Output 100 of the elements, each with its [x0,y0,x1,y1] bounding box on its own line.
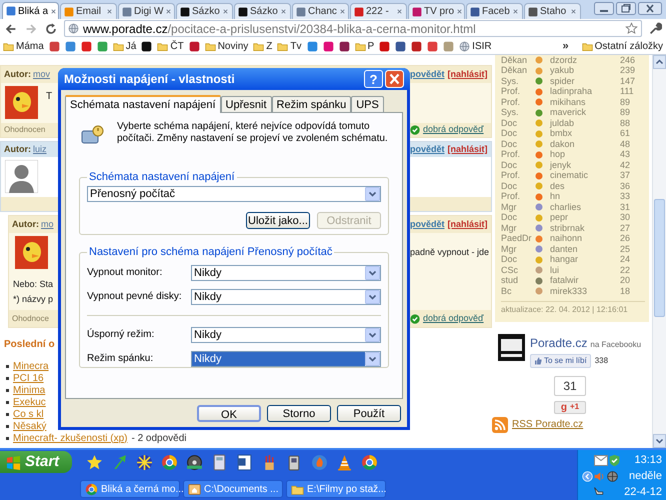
plus-one-button[interactable]: g +1 [554,400,586,414]
bookmark-item[interactable]: Noviny [204,38,248,54]
help-button[interactable]: ? [364,70,383,88]
close-icon[interactable] [512,8,519,15]
film-reel-icon[interactable] [186,454,203,470]
dialog-tab[interactable]: Režim spánku [272,96,352,112]
good-answer-link[interactable]: dobrá odpověď [423,123,484,137]
bookmark-item[interactable]: Ostatní záložky [582,38,663,54]
browser-tab[interactable]: TV pro [408,3,465,19]
bookmark-item[interactable]: ISIR [459,38,492,54]
bookmark-item[interactable]: Z [253,38,272,54]
close-icon[interactable] [165,8,172,15]
scroll-up-icon[interactable] [653,55,666,69]
report-link[interactable]: [nahlásit] [448,218,488,232]
dropdown[interactable]: Nikdy [191,264,381,280]
report-link[interactable]: [nahlásit] [448,142,488,156]
action-button[interactable]: Uložit jako... [246,212,310,228]
points-count: 20 [620,274,630,287]
like-button[interactable]: To se mi líbí [530,354,591,368]
browser-tab[interactable]: Digi W [118,3,175,19]
good-answer-link[interactable]: dobrá odpověď [423,312,484,326]
rank-label: Doc [501,127,518,140]
author-link[interactable]: luiz [33,142,47,156]
dialog-tab[interactable]: UPS [351,96,384,112]
browser-tab[interactable]: 222 - [350,3,407,19]
close-icon[interactable] [50,8,58,14]
star-icon[interactable] [86,454,103,470]
page-link[interactable]: Poradte.cz [530,334,588,352]
rank-label: Doc [501,117,518,130]
dropdown[interactable]: Nikdy [191,288,381,304]
reload-icon[interactable] [44,22,58,36]
dialog-button[interactable]: Storno [267,405,331,422]
close-icon[interactable] [106,8,113,15]
user-name: des [550,180,566,192]
scroll-down-icon[interactable] [653,434,666,448]
bookmark-item[interactable]: ČT [157,38,184,54]
close-icon[interactable] [638,2,662,15]
bookmark-icon[interactable] [411,40,422,52]
browser-tab[interactable]: Staho [524,3,581,19]
close-icon[interactable] [338,8,346,15]
bookmark-icon[interactable] [338,40,350,52]
dialog-button[interactable]: OK [197,405,261,422]
rating-label: Ohodnocen [3,124,46,136]
bookmark-item[interactable]: Já [112,38,136,54]
scrollbar[interactable] [652,55,666,448]
rank-label: Mgr [501,242,518,256]
chevron-left-icon[interactable] [582,470,593,482]
dialog-tab[interactable]: Upřesnit [220,96,272,112]
user-name: danten [550,242,579,256]
browser-tab[interactable]: Email [60,3,117,19]
close-icon[interactable] [456,8,464,15]
user-name: juldab [550,116,576,130]
browser-tab[interactable]: Bliká a [2,2,59,19]
author-link[interactable]: mo [41,218,54,232]
bookmark-item[interactable]: Tv [277,38,302,54]
folder-icon [3,40,14,52]
browser-tab[interactable]: Sázko [176,3,233,19]
taskbar-button[interactable]: C:\Documents ... [183,480,283,498]
rank-label: Sys. [501,106,520,119]
browser-tab[interactable]: Chanc [292,3,349,19]
bookmark-item[interactable]: Máma [3,38,44,54]
close-icon[interactable] [570,8,577,15]
dialog-button[interactable]: Použít [337,405,401,422]
author-link[interactable]: mov [33,68,50,82]
dropdown[interactable]: Nikdy [191,350,381,366]
folder-icon [253,40,264,52]
calculator-icon[interactable] [211,454,228,470]
dropdown[interactable]: Nikdy [191,326,381,342]
star-icon[interactable] [625,22,638,35]
rss-link[interactable]: RSS Poradte.cz [512,417,584,432]
address-bar[interactable]: www.poradte.cz/pocitace-a-prislusenstvi/20384-blika-a-cerna-monitor.html [64,20,642,37]
close-icon[interactable] [280,8,287,15]
browser-tab[interactable]: Sázko [234,3,291,19]
reply-link[interactable]: povědět [410,142,445,156]
restore-icon[interactable] [616,2,636,15]
bookmark-item[interactable]: P [354,38,374,54]
report-link[interactable]: [nahlásit] [448,68,488,82]
minimize-icon[interactable] [594,2,614,15]
close-icon[interactable] [222,8,229,15]
back-icon[interactable] [4,22,18,36]
bookmark-icon[interactable] [188,40,200,52]
reply-link[interactable]: povědět [410,68,445,82]
reply-link[interactable]: povědět [410,218,445,232]
dropdown[interactable]: Přenosný počítač [87,186,381,202]
browser-tab[interactable]: Faceb [466,3,523,19]
bookmark-icon[interactable] [141,40,152,52]
more-bookmarks-button[interactable]: » [562,38,569,54]
avatar-picture [5,86,38,119]
taskbar-button[interactable]: E:\Filmy po staž... [286,480,386,498]
close-icon[interactable] [396,8,403,15]
round-logo-icon[interactable] [361,454,378,470]
scroll-thumb[interactable] [654,199,665,317]
windows-flag-icon [6,454,21,470]
topic-link[interactable]: Něsaký [13,418,46,434]
traffic-cone-icon[interactable] [336,454,353,470]
round-logo-icon[interactable] [161,454,178,470]
bookmark-icon[interactable] [395,40,406,52]
document-icon[interactable] [236,454,253,470]
start-button[interactable]: Start [0,451,72,473]
dialog-tab[interactable]: Schémata nastavení napájení [65,95,221,113]
